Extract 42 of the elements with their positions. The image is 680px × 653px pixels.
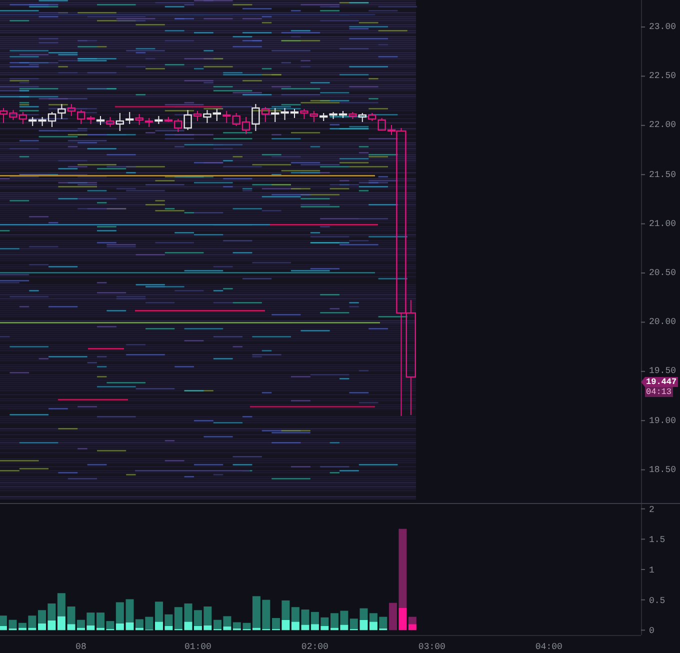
price-label: 22.50 [649,71,676,82]
price-label: 19.50 [649,366,676,376]
price-label: 23.00 [649,22,676,32]
date-label: 08 [76,642,86,652]
axis-label: 0.5 [649,596,666,606]
tick-mark [640,174,646,176]
price-label: 21.00 [649,218,676,229]
countdown-tag: 04:13 [645,387,673,397]
volume-bar [369,613,378,622]
tick-mark [640,630,646,631]
time-label: 01:00 [184,642,212,652]
tick-mark [640,322,646,323]
tick-mark [640,538,646,540]
volume-bar [360,608,368,620]
last-price-tag: 19.447 [645,377,678,387]
tick-mark [640,569,646,570]
volume-bar [369,622,378,630]
price-label: 21.50 [649,170,676,180]
axis-label: 2 [649,504,654,515]
price-label: 18.50 [649,464,676,475]
tick-mark [640,76,646,77]
tick-mark [640,124,646,126]
tick-mark [640,508,646,510]
tick-mark [640,469,646,470]
time-label: 03:00 [418,642,446,652]
price-label: 20.50 [649,268,676,278]
pointer-icon [641,377,645,387]
tick-mark [640,370,646,372]
tick-mark [640,599,646,600]
price-label: 19.00 [649,416,676,426]
time-label: 04:00 [535,642,562,652]
axis-label: 1 [649,566,654,576]
volume-bar [360,620,368,630]
tick-mark [640,420,646,422]
price-label: 20.00 [649,317,676,328]
axis-label: 1.5 [649,535,666,546]
axis-label: 0 [649,626,654,636]
price-label: 22.00 [649,120,676,130]
tick-mark [640,26,646,28]
time-label: 02:00 [301,642,328,652]
tick-mark [640,223,646,224]
tick-mark [640,272,646,274]
